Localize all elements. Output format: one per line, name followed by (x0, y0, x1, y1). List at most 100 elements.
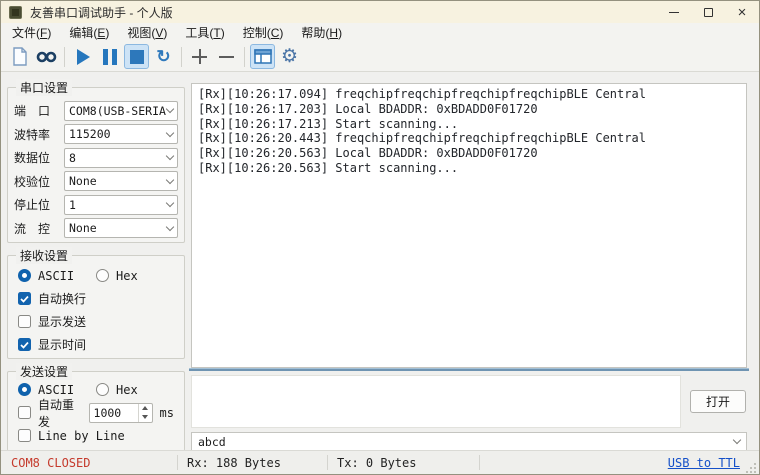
chevron-down-icon (166, 105, 174, 113)
chevron-down-icon (166, 199, 174, 207)
rx-hex-radio[interactable] (96, 269, 109, 282)
auto-newline-row: 自动换行 (8, 287, 184, 310)
split-view-button[interactable] (250, 44, 275, 69)
parity-label: 校验位 (14, 173, 64, 190)
databits-label: 数据位 (14, 149, 64, 166)
port-select[interactable]: COM8(USB-SERIAL ( (64, 101, 178, 121)
window-title: 友善串口调试助手 - 个人版 (30, 4, 173, 21)
port-row: 端 口 COM8(USB-SERIAL ( (8, 99, 184, 123)
send-format-row: ASCII Hex (8, 378, 184, 401)
menu-edit[interactable]: 编辑(E) (60, 23, 118, 42)
menu-tools[interactable]: 工具(T) (176, 23, 233, 42)
auto-resend-label: 自动重发 (38, 396, 85, 430)
stopbits-select[interactable]: 1 (64, 195, 178, 215)
splitter-handle[interactable] (189, 368, 749, 371)
auto-newline-label: 自动换行 (38, 290, 86, 307)
close-icon: × (738, 5, 747, 20)
parity-row: 校验位 None (8, 170, 184, 194)
record-icon (36, 50, 57, 64)
refresh-icon: ↻ (156, 48, 170, 65)
arrow-up-icon (142, 406, 148, 410)
rx-ascii-label: ASCII (38, 269, 96, 283)
rx-bytes-count: Rx: 188 Bytes (178, 456, 327, 470)
port-status-text: COM8 CLOSED (1, 456, 177, 470)
gear-icon: ⚙ (281, 47, 298, 66)
tx-hex-radio[interactable] (96, 383, 109, 396)
auto-resend-interval-stepper[interactable]: 1000 (89, 403, 153, 423)
show-time-row: 显示时间 (8, 333, 184, 356)
show-sent-label: 显示发送 (38, 313, 86, 330)
stop-icon (130, 50, 144, 64)
menu-help[interactable]: 帮助(H) (292, 23, 351, 42)
menu-file[interactable]: 文件(F) (3, 23, 60, 42)
menu-view[interactable]: 视图(V) (118, 23, 176, 42)
parity-select[interactable]: None (64, 171, 178, 191)
close-button[interactable]: × (725, 1, 759, 23)
auto-resend-interval-value: 1000 (90, 404, 138, 422)
send-settings-group: 发送设置 ASCII Hex 自动重发 1000 ms Line by Line (7, 371, 185, 451)
line-by-line-row: Line by Line (8, 424, 184, 447)
menu-control[interactable]: 控制(C) (234, 23, 293, 42)
status-bar: COM8 CLOSED Rx: 188 Bytes Tx: 0 Bytes US… (1, 450, 759, 474)
stepper-arrows[interactable] (138, 404, 152, 422)
app-icon (9, 6, 22, 19)
receive-log-area[interactable]: [Rx][10:26:17.094] freqchipfreqchipfreqc… (191, 83, 747, 368)
tx-ascii-label: ASCII (38, 383, 96, 397)
serial-settings-title: 串口设置 (16, 79, 72, 96)
show-time-label: 显示时间 (38, 336, 86, 353)
show-sent-row: 显示发送 (8, 310, 184, 333)
usb-to-ttl-link[interactable]: USB to TTL (668, 456, 740, 470)
zoom-out-button[interactable] (214, 44, 239, 69)
pause-button[interactable] (97, 44, 122, 69)
open-port-button[interactable]: 打开 (690, 390, 746, 413)
baud-row: 波特率 115200 (8, 123, 184, 147)
resize-grip[interactable] (746, 463, 757, 474)
play-icon (77, 49, 90, 65)
port-label: 端 口 (14, 102, 64, 119)
auto-newline-checkbox[interactable] (18, 292, 31, 305)
line-by-line-checkbox[interactable] (18, 429, 31, 442)
databits-row: 数据位 8 (8, 146, 184, 170)
settings-button[interactable]: ⚙ (277, 44, 302, 69)
send-settings-title: 发送设置 (16, 363, 72, 380)
rx-ascii-radio[interactable] (18, 269, 31, 282)
receive-settings-group: 接收设置 ASCII Hex 自动换行 显示发送 显示时间 (7, 255, 185, 359)
toolbar-separator (64, 47, 65, 67)
rx-hex-label: Hex (116, 269, 138, 283)
show-time-checkbox[interactable] (18, 338, 31, 351)
baud-select[interactable]: 115200 (64, 124, 178, 144)
zoom-in-button[interactable] (187, 44, 212, 69)
receive-settings-title: 接收设置 (16, 247, 72, 264)
statusbar-separator (479, 455, 480, 470)
new-file-icon (12, 47, 28, 66)
auto-resend-unit: ms (160, 406, 174, 420)
refresh-button[interactable]: ↻ (151, 44, 176, 69)
record-button[interactable] (34, 44, 59, 69)
send-history-select[interactable]: abcd (191, 432, 747, 451)
show-sent-checkbox[interactable] (18, 315, 31, 328)
tx-bytes-count: Tx: 0 Bytes (328, 456, 479, 470)
toolbar-separator (244, 47, 245, 67)
tx-hex-label: Hex (116, 383, 138, 397)
flowctrl-row: 流 控 None (8, 217, 184, 241)
send-message-input[interactable] (191, 375, 681, 428)
chevron-down-icon (166, 176, 174, 184)
minimize-button[interactable] (657, 1, 691, 23)
check-icon (20, 295, 29, 303)
play-button[interactable] (70, 44, 95, 69)
databits-select[interactable]: 8 (64, 148, 178, 168)
split-view-icon (254, 49, 272, 64)
auto-resend-checkbox[interactable] (18, 406, 31, 419)
stop-button[interactable] (124, 44, 149, 69)
send-history-value: abcd (198, 435, 226, 449)
line-by-line-label: Line by Line (38, 429, 125, 443)
maximize-button[interactable] (691, 1, 725, 23)
flowctrl-select[interactable]: None (64, 218, 178, 238)
chevron-down-icon (166, 223, 174, 231)
menu-bar: 文件(F) 编辑(E) 视图(V) 工具(T) 控制(C) 帮助(H) (1, 23, 759, 42)
toolbar: ↻ ⚙ (1, 42, 759, 72)
title-bar: 友善串口调试助手 - 个人版 × (1, 1, 759, 23)
minimize-icon (669, 12, 679, 13)
tx-ascii-radio[interactable] (18, 383, 31, 396)
new-file-button[interactable] (7, 44, 32, 69)
